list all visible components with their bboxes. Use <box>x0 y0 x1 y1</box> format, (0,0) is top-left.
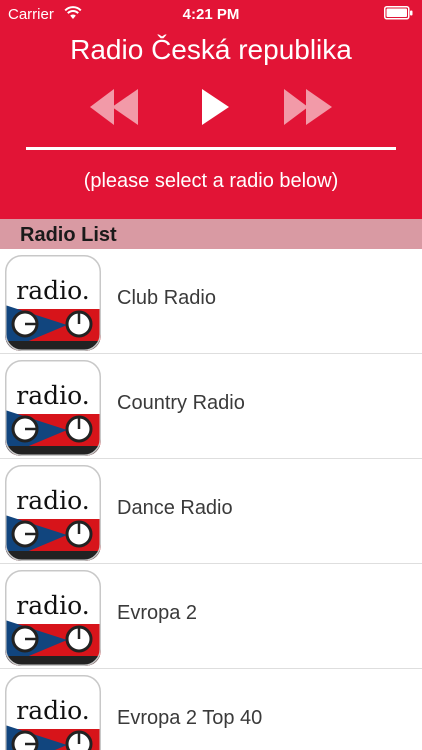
svg-text:radio.: radio. <box>16 591 89 620</box>
selection-hint: (please select a radio below) <box>83 170 339 192</box>
app-title: Radio Česká republika <box>70 34 352 65</box>
radio-logo-icon: radio. <box>5 360 101 456</box>
battery-icon <box>384 6 414 25</box>
radio-logo-icon: radio. <box>5 255 101 351</box>
svg-text:radio.: radio. <box>16 276 89 305</box>
radio-list[interactable]: radio. Club Radio radio. Country Radio r… <box>0 249 422 750</box>
radio-logo-icon: radio. <box>5 465 101 561</box>
rewind-icon <box>90 89 138 125</box>
radio-name: Evropa 2 <box>117 602 198 624</box>
radio-list-item[interactable]: radio. Dance Radio <box>0 459 422 564</box>
radio-name: Dance Radio <box>117 497 233 519</box>
svg-text:radio.: radio. <box>16 381 89 410</box>
status-time: 4:21 PM <box>182 6 240 23</box>
play-button[interactable] <box>196 87 232 132</box>
radio-name: Country Radio <box>117 392 245 414</box>
play-icon <box>202 89 229 125</box>
status-bar: Carrier 4:21 PM <box>0 0 422 30</box>
svg-text:radio.: radio. <box>16 696 89 725</box>
fast-forward-button[interactable] <box>282 87 334 132</box>
svg-text:radio.: radio. <box>16 486 89 515</box>
header-divider <box>26 147 396 150</box>
radio-list-item[interactable]: radio. Evropa 2 Top 40 <box>0 669 422 750</box>
radio-logo-icon: radio. <box>5 570 101 666</box>
radio-list-item[interactable]: radio. Country Radio <box>0 354 422 459</box>
player-header: Carrier 4:21 PM Radio Česká republika (p… <box>0 0 422 219</box>
rewind-button[interactable] <box>88 87 140 132</box>
radio-name: Evropa 2 Top 40 <box>117 707 263 729</box>
radio-list-item[interactable]: radio. Evropa 2 <box>0 564 422 669</box>
radio-list-title: Radio List <box>20 224 117 246</box>
radio-list-header: Radio List <box>0 219 422 249</box>
fast-forward-icon <box>284 89 332 125</box>
radio-logo-icon: radio. <box>5 675 101 750</box>
radio-name: Club Radio <box>117 287 216 309</box>
radio-list-item[interactable]: radio. Club Radio <box>0 249 422 354</box>
